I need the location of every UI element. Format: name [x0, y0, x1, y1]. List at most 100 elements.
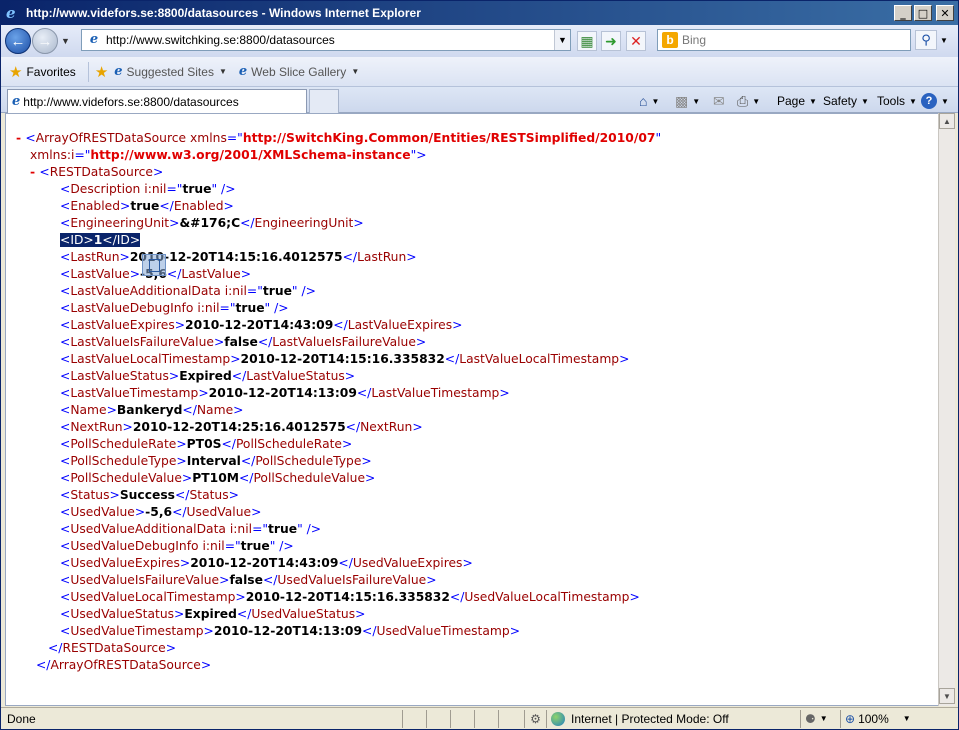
popup-blocker-icon[interactable]: ⚙ [524, 709, 546, 728]
scroll-down-button[interactable]: ▼ [939, 688, 955, 704]
xml-attr-value: http://SwitchKing.Common/Entities/RESTSi… [242, 131, 656, 145]
feeds-button[interactable]: ▩ ▼ [675, 91, 700, 111]
xml-child-open[interactable]: - <RESTDataSource> [16, 164, 661, 181]
xml-element-line: <PollScheduleRate>PT0S</PollScheduleRate… [16, 436, 661, 453]
tools-menu[interactable]: Tools ▼ [877, 91, 917, 111]
xml-punct: </ [342, 250, 358, 264]
read-mail-button[interactable]: ✉ [713, 91, 725, 111]
xml-punct: =" [219, 301, 236, 315]
xml-punct: > [355, 607, 366, 621]
window-title: http://www.videfors.se:8800/datasources … [26, 6, 421, 20]
vertical-scrollbar[interactable]: ▲ ▼ [938, 113, 955, 706]
xml-punct: > [353, 216, 364, 230]
xml-value: PT0S [186, 437, 222, 451]
address-input[interactable]: http://www.switchking.se:8800/datasource… [106, 33, 554, 47]
chevron-down-icon: ▼ [752, 96, 761, 106]
chevron-down-icon: ▼ [909, 96, 917, 106]
xml-tag: NextRun [70, 420, 123, 434]
home-button[interactable]: ⌂ ▼ [639, 91, 659, 111]
close-button[interactable]: ✕ [936, 5, 954, 21]
xml-punct: > [134, 505, 146, 519]
xml-punct: </ [345, 420, 361, 434]
xml-tag: LastValueIsFailureValue [70, 335, 214, 349]
go-button[interactable]: ➜ [601, 31, 621, 51]
page-menu-label: Page [777, 94, 806, 108]
address-dropdown-button[interactable]: ▼ [554, 30, 570, 50]
add-to-favorites-bar-icon[interactable]: ★ [95, 63, 108, 81]
xml-attr-name: xmlns:i [30, 148, 75, 162]
favorites-button[interactable]: ★ Favorites [9, 63, 76, 81]
security-zone[interactable]: Internet | Protected Mode: Off [546, 709, 800, 728]
xml-tag: UsedValueTimestamp [70, 624, 204, 638]
xml-value: false [229, 573, 263, 587]
address-bar[interactable]: e http://www.switchking.se:8800/datasour… [81, 29, 571, 51]
xml-value: Bankeryd [116, 403, 183, 417]
xml-element: <Name>Bankeryd</Name> [60, 403, 243, 417]
minimize-button[interactable]: _ [894, 5, 912, 21]
xml-attr-name: i:nil [224, 284, 247, 298]
xml-element: <UsedValueLocalTimestamp>2010-12-20T14:1… [60, 590, 640, 604]
xml-tag: UsedValueLocalTimestamp [70, 590, 236, 604]
search-options-dropdown[interactable]: ▼ [938, 30, 950, 50]
xml-tag: UsedValueIsFailureValue [70, 573, 220, 587]
back-button[interactable]: ← [5, 28, 31, 54]
xml-punct: </ [240, 216, 255, 230]
xml-punct: </ [159, 199, 174, 213]
web-slice-gallery-link[interactable]: e Web Slice Gallery ▼ [239, 64, 359, 79]
xml-element: <PollScheduleValue>PT10M</PollScheduleVa… [60, 471, 375, 485]
search-box[interactable]: b Bing [657, 29, 911, 51]
print-button[interactable]: ⎙ ▼ [737, 91, 760, 111]
xml-value: 2010-12-20T14:13:09 [213, 624, 363, 638]
protected-mode-button[interactable]: ⚈ ▼ [800, 709, 840, 728]
safety-menu[interactable]: Safety ▼ [823, 91, 869, 111]
accelerator-icon[interactable] [142, 254, 166, 276]
new-tab-button[interactable] [309, 89, 339, 113]
xml-punct: </ [231, 369, 247, 383]
help-button[interactable]: ? ▼ [921, 91, 949, 111]
xml-tag: LastRun [357, 250, 407, 264]
xml-punct: > [228, 488, 239, 502]
xml-element-line: <UsedValueAdditionalData i:nil="true" /> [16, 521, 661, 538]
maximize-button[interactable]: □ [914, 5, 932, 21]
xml-element-line: <UsedValue>-5,6</UsedValue> [16, 504, 661, 521]
zoom-button[interactable]: ⊕ 100% ▼ [840, 709, 920, 728]
forward-button[interactable]: → [32, 28, 58, 54]
page-icon: e [238, 64, 248, 79]
page-menu[interactable]: Page ▼ [777, 91, 817, 111]
compatibility-view-icon[interactable]: ▦ [577, 31, 597, 51]
xml-punct: < [60, 216, 71, 230]
xml-punct: < [60, 233, 71, 247]
search-input[interactable]: Bing [682, 33, 706, 47]
xml-punct: < [60, 556, 71, 570]
xml-tag: ArrayOfRESTDataSource [35, 131, 187, 145]
zone-label: Internet | Protected Mode: Off [571, 711, 729, 726]
xml-element: <LastRun>2010-12-20T14:15:16.4012575</La… [60, 250, 417, 264]
xml-tag: RESTDataSource [62, 641, 166, 655]
xml-punct: > [203, 624, 214, 638]
xml-punct: < [60, 284, 71, 298]
xml-punct: </ [257, 335, 273, 349]
xml-tag: EngineeringUnit [70, 216, 170, 230]
tab-datasources[interactable]: e http://www.videfors.se:8800/datasource… [7, 89, 307, 113]
xml-punct: < [60, 505, 71, 519]
xml-punct: > [165, 641, 176, 655]
xml-tag: PollScheduleRate [70, 437, 177, 451]
xml-root-open[interactable]: - <ArrayOfRESTDataSource xmlns="http://S… [16, 130, 661, 147]
suggested-sites-link[interactable]: e Suggested Sites ▼ [114, 64, 227, 79]
scroll-up-button[interactable]: ▲ [939, 113, 955, 129]
xml-punct: < [60, 590, 71, 604]
recent-pages-dropdown[interactable]: ▼ [61, 36, 70, 46]
xml-element: <UsedValueExpires>2010-12-20T14:43:09</U… [60, 556, 473, 570]
stop-button[interactable]: ✕ [626, 31, 646, 51]
xml-element-line: <UsedValueDebugInfo i:nil="true" /> [16, 538, 661, 555]
xml-tag: Enabled [70, 199, 121, 213]
xml-punct: =" [226, 131, 243, 145]
xml-tag: LastValueLocalTimestamp [70, 352, 231, 366]
xml-punct: > [499, 386, 510, 400]
xml-punct: < [60, 624, 71, 638]
search-icon[interactable]: ⚲ [915, 30, 937, 50]
xml-element-line: <UsedValueLocalTimestamp>2010-12-20T14:1… [16, 589, 661, 606]
xml-element: <Status>Success</Status> [60, 488, 239, 502]
xml-value: 2010-12-20T14:15:16.335832 [245, 590, 450, 604]
xml-element-line: <LastRun>2010-12-20T14:15:16.4012575</La… [16, 249, 661, 266]
